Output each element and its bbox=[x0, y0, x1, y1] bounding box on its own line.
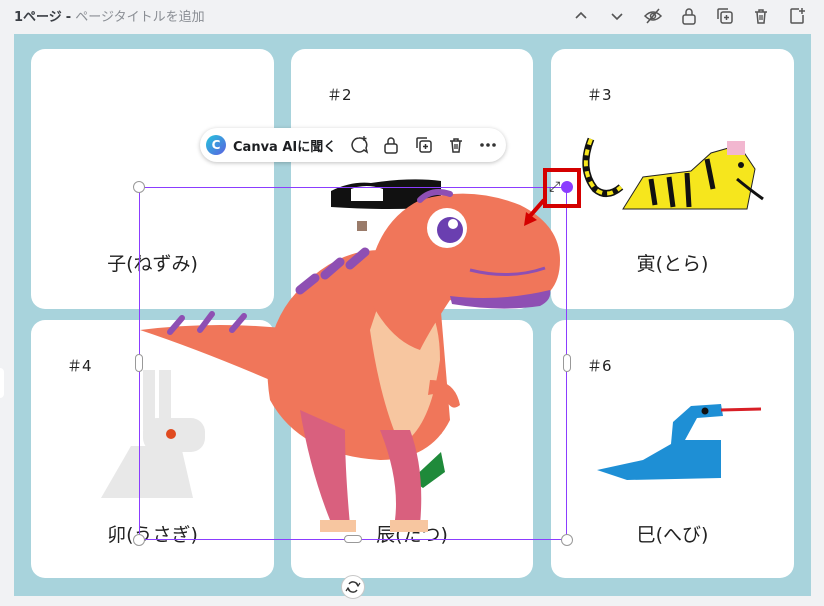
floating-toolbar: C Canva AIに聞く bbox=[200, 128, 506, 162]
resize-handle-bottom-right[interactable] bbox=[561, 534, 573, 546]
rotate-handle[interactable] bbox=[341, 575, 365, 599]
trash-icon[interactable] bbox=[445, 134, 467, 156]
more-icon[interactable] bbox=[477, 134, 499, 156]
resize-handle-top-left[interactable] bbox=[133, 181, 145, 193]
resize-cursor-icon: ⤢ bbox=[549, 179, 561, 195]
comment-add-icon[interactable] bbox=[348, 134, 370, 156]
resize-handle-right[interactable] bbox=[563, 354, 571, 372]
duplicate-icon[interactable] bbox=[413, 134, 435, 156]
ask-canva-ai-button[interactable]: C Canva AIに聞く bbox=[206, 133, 336, 157]
resize-handle-bottom-left[interactable] bbox=[133, 534, 145, 546]
rotate-icon bbox=[345, 581, 361, 593]
resize-handle-bottom[interactable] bbox=[344, 535, 362, 543]
resize-handle-left[interactable] bbox=[135, 354, 143, 372]
selection-box bbox=[139, 187, 567, 540]
callout-arrow-icon bbox=[524, 198, 546, 226]
ask-canva-ai-label: Canva AIに聞く bbox=[233, 139, 337, 155]
canva-ai-logo-icon: C bbox=[206, 135, 226, 155]
lock-icon[interactable] bbox=[380, 134, 402, 156]
